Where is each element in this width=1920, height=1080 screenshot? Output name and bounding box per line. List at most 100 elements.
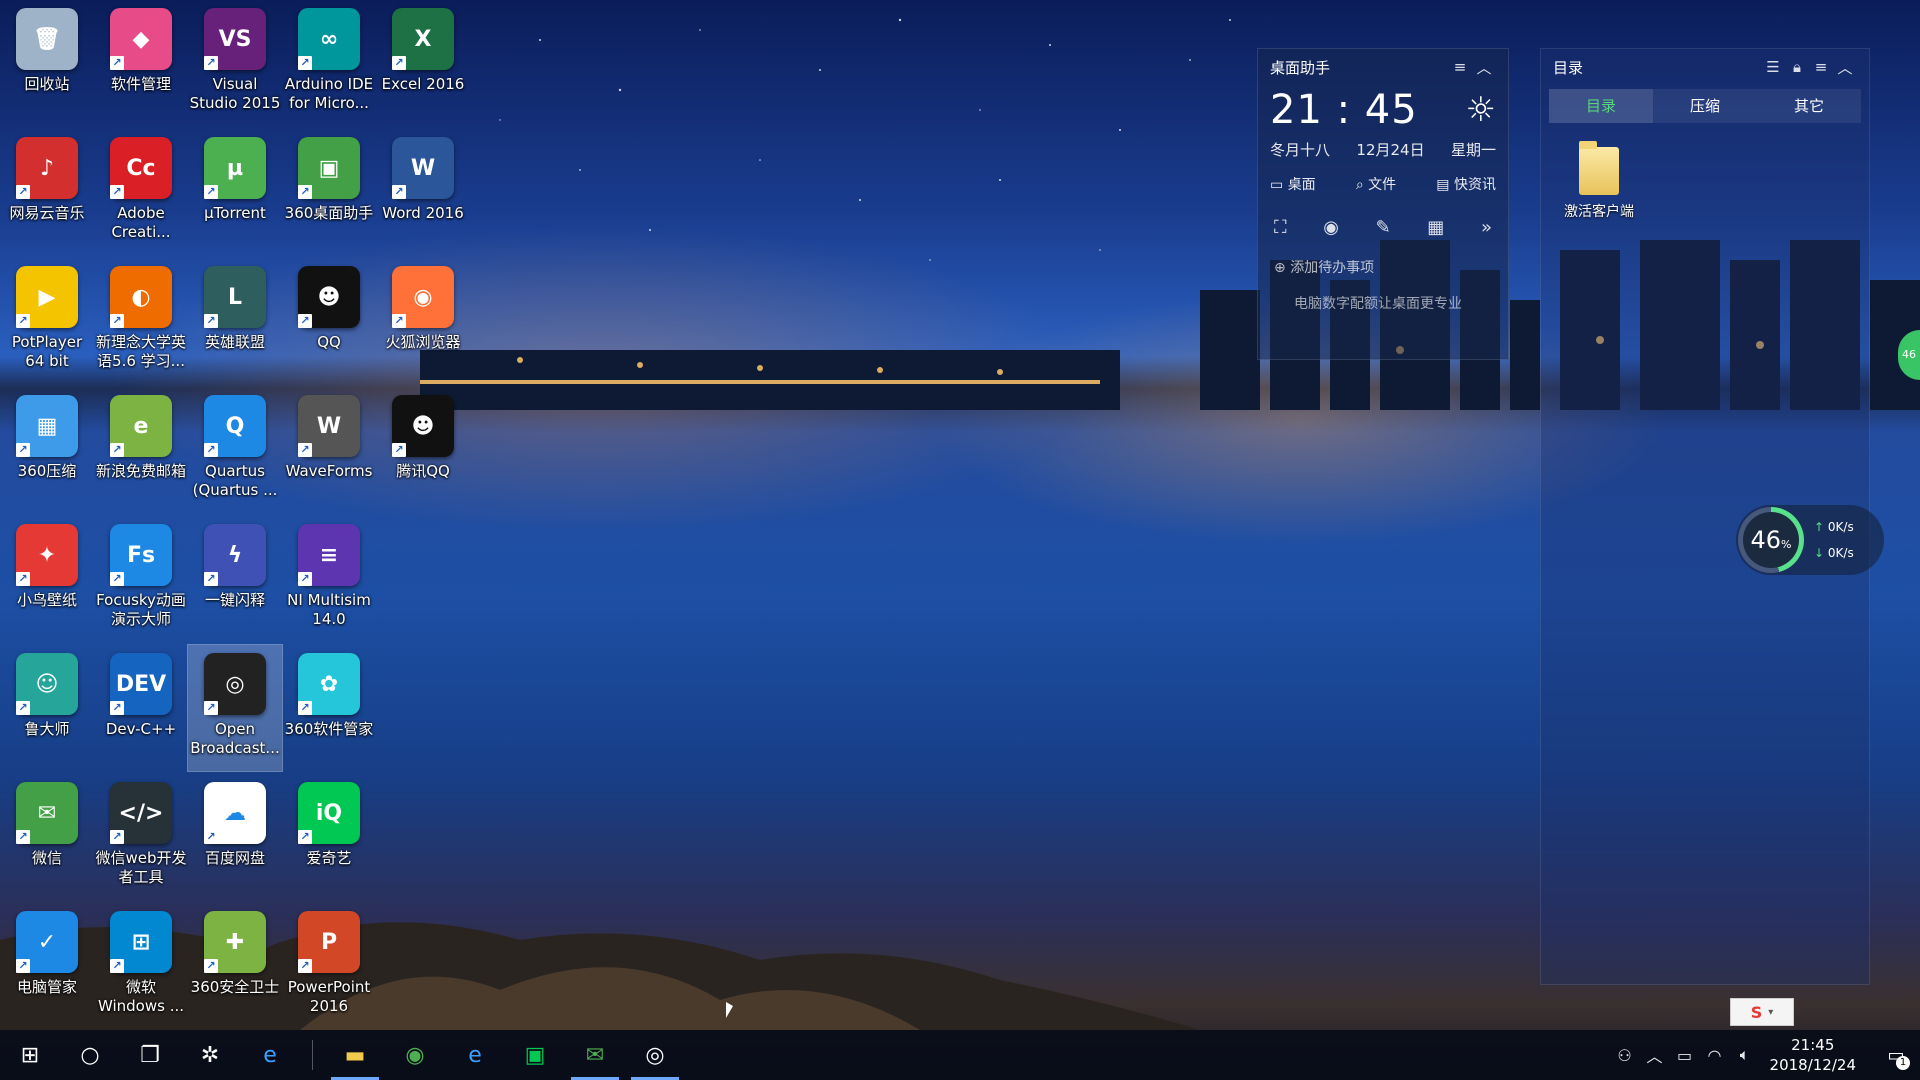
- desktop-shortcut-label: Word 2016: [382, 204, 464, 222]
- desktop-shortcut[interactable]: ☻ ↗ QQ: [282, 258, 376, 384]
- desktop-shortcut[interactable]: ϟ ↗ 一键闪释: [188, 516, 282, 642]
- desktop-shortcut-label: 360压缩: [17, 462, 77, 480]
- shortcut-arrow-icon: ↗: [110, 56, 124, 70]
- quick-news-button[interactable]: ▤ 快资讯: [1436, 174, 1496, 194]
- more-tools-icon[interactable]: »: [1481, 217, 1492, 238]
- taskbar-clock[interactable]: 21:45 2018/12/24: [1770, 1035, 1856, 1075]
- desktop-shortcut[interactable]: ☺ ↗ 鲁大师: [0, 645, 94, 771]
- quick-desktop-button[interactable]: ▭ 桌面: [1270, 174, 1316, 194]
- list-view-icon[interactable]: ☰: [1761, 58, 1785, 76]
- desktop-shortcut[interactable]: Q ↗ Quartus (Quartus ...: [188, 387, 282, 513]
- cortana-search-button[interactable]: ○: [60, 1030, 120, 1080]
- desktop-shortcut-label: 电脑管家: [16, 978, 77, 996]
- desktop-shortcut[interactable]: ≡ ↗ NI Multisim 14.0: [282, 516, 376, 642]
- pinwheel-icon: ✲: [200, 1042, 220, 1068]
- desktop-shortcut[interactable]: e ↗ 新浪免费邮箱: [94, 387, 188, 513]
- desktop-shortcut[interactable]: ∞ ↗ Arduino IDE for Micro...: [282, 0, 376, 126]
- shortcut-arrow-icon: ↗: [110, 314, 124, 328]
- flash-release-icon: ϟ ↗: [204, 524, 266, 586]
- desktop-shortcut[interactable]: ⊞ ↗ 微软 Windows ...: [94, 903, 188, 1029]
- windows-logo-icon: ⊞: [20, 1042, 40, 1068]
- desktop-shortcut[interactable]: L ↗ 英雄联盟: [188, 258, 282, 384]
- desktop-shortcut[interactable]: </> ↗ 微信web开发者工具: [94, 774, 188, 900]
- desktop-shortcut[interactable]: ☁ ↗ 百度网盘: [188, 774, 282, 900]
- desktop-shortcut[interactable]: ✿ ↗ 360软件管家: [282, 645, 376, 771]
- desktop-shortcut[interactable]: ☻ ↗ 腾讯QQ: [376, 387, 470, 513]
- pc-manager-icon: ✓ ↗: [16, 911, 78, 973]
- tab-directory[interactable]: 目录: [1549, 89, 1653, 123]
- network-speed-gauge[interactable]: 46% ↑ 0K/s ↓ 0K/s: [1736, 505, 1884, 575]
- screenshot-icon[interactable]: ⛶: [1274, 217, 1287, 238]
- desktop-shortcut[interactable]: ◆ ↗ 软件管理: [94, 0, 188, 126]
- tab-other[interactable]: 其它: [1757, 89, 1861, 123]
- people-icon[interactable]: ⚇: [1610, 1046, 1640, 1065]
- desktop-shortcut[interactable]: iQ ↗ 爱奇艺: [282, 774, 376, 900]
- desktop-shortcut-label: 爱奇艺: [306, 849, 352, 867]
- taskbar-date: 2018/12/24: [1769, 1056, 1856, 1074]
- action-center-button[interactable]: ▭ 1: [1872, 1030, 1920, 1080]
- calculator-icon[interactable]: ▦: [1427, 217, 1444, 238]
- desktop-shortcut[interactable]: X ↗ Excel 2016: [376, 0, 470, 126]
- desktop-shortcut[interactable]: ◐ ↗ 新理念大学英语5.6 学习...: [94, 258, 188, 384]
- desktop-shortcut[interactable]: ✉ ↗ 微信: [0, 774, 94, 900]
- show-hidden-icons[interactable]: ︿: [1640, 1043, 1670, 1067]
- shortcut-arrow-icon: ↗: [298, 185, 312, 199]
- powerpoint-icon: P ↗: [298, 911, 360, 973]
- taskbar-iqiyi[interactable]: ▣: [505, 1030, 565, 1080]
- iqiyi-icon: iQ ↗: [298, 782, 360, 844]
- todo-add-button[interactable]: ⊕ 添加待办事项: [1258, 249, 1508, 293]
- assistant-clock: 21 : 45: [1270, 87, 1418, 133]
- desktop-shortcut[interactable]: ◎ ↗ Open Broadcast...: [187, 644, 283, 772]
- desktop-shortcut[interactable]: ✚ ↗ 360安全卫士: [188, 903, 282, 1029]
- desktop-shortcut[interactable]: ▶ ↗ PotPlayer 64 bit: [0, 258, 94, 384]
- wifi-icon[interactable]: ◠: [1700, 1046, 1730, 1065]
- desktop-shortcut[interactable]: ◉ ↗ 火狐浏览器: [376, 258, 470, 384]
- desktop-shortcut[interactable]: VS ↗ Visual Studio 2015: [188, 0, 282, 126]
- desktop-shortcut[interactable]: ♪ ↗ 网易云音乐: [0, 129, 94, 255]
- desktop-shortcut[interactable]: ▣ ↗ 360桌面助手: [282, 129, 376, 255]
- plus-circle-icon: ⊕: [1274, 260, 1286, 276]
- collapse-icon[interactable]: ︿: [1472, 57, 1496, 78]
- taskbar-360-browser[interactable]: ◉: [385, 1030, 445, 1080]
- shortcut-arrow-icon: ↗: [16, 959, 30, 973]
- lock-icon[interactable]: 🔒︎: [1785, 58, 1809, 76]
- desktop-shortcut[interactable]: Fs ↗ Focusky动画演示大师: [94, 516, 188, 642]
- desktop-shortcut[interactable]: P ↗ PowerPoint 2016: [282, 903, 376, 1029]
- taskbar-obs[interactable]: ◎: [625, 1030, 685, 1080]
- activate-client-item[interactable]: 激活客户端: [1551, 141, 1647, 221]
- desktop-shortcut[interactable]: ▦ ↗ 360压缩: [0, 387, 94, 513]
- start-button[interactable]: ⊞: [0, 1030, 60, 1080]
- desktop-shortcut[interactable]: W ↗ WaveForms: [282, 387, 376, 513]
- desktop-shortcut[interactable]: Cc ↗ Adobe Creati...: [94, 129, 188, 255]
- 360-browser-icon: ◉: [405, 1042, 425, 1068]
- desktop-shortcut[interactable]: DEV ↗ Dev-C++: [94, 645, 188, 771]
- task-view-button[interactable]: ❐: [120, 1030, 180, 1080]
- desktop-shortcut-label: 一键闪释: [204, 591, 265, 609]
- taskbar-wechat[interactable]: ✉: [565, 1030, 625, 1080]
- input-method-indicator[interactable]: S ▾: [1730, 998, 1794, 1026]
- collapse-icon[interactable]: ︿: [1833, 57, 1857, 78]
- taskbar-ie[interactable]: e: [240, 1030, 300, 1080]
- battery-icon[interactable]: ▭: [1670, 1046, 1700, 1065]
- shortcut-arrow-icon: ↗: [16, 443, 30, 457]
- quick-file-button[interactable]: ⌕ 文件: [1356, 174, 1396, 194]
- shortcut-arrow-icon: ↗: [298, 314, 312, 328]
- desktop-shortcut-label: 腾讯QQ: [396, 462, 450, 480]
- volume-icon[interactable]: 🔈︎: [1730, 1045, 1760, 1065]
- eye-icon[interactable]: ◉: [1323, 217, 1339, 238]
- desktop-shortcut[interactable]: W ↗ Word 2016: [376, 129, 470, 255]
- taskbar-edge[interactable]: e: [445, 1030, 505, 1080]
- tab-compress[interactable]: 压缩: [1653, 89, 1757, 123]
- taskbar-pinwheel-app[interactable]: ✲: [180, 1030, 240, 1080]
- desktop-shortcut[interactable]: 🗑 回收站: [0, 0, 94, 126]
- netease-music-icon: ♪ ↗: [16, 137, 78, 199]
- desktop-shortcut[interactable]: µ ↗ µTorrent: [188, 129, 282, 255]
- desktop-shortcut[interactable]: ✓ ↗ 电脑管家: [0, 903, 94, 1029]
- note-icon[interactable]: ✎: [1376, 217, 1391, 238]
- menu-icon[interactable]: ≡: [1448, 58, 1472, 76]
- folder-icon: [1579, 141, 1619, 195]
- menu-icon[interactable]: ≡: [1809, 58, 1833, 76]
- shortcut-arrow-icon: ↗: [16, 830, 30, 844]
- taskbar-file-explorer[interactable]: ▬: [325, 1030, 385, 1080]
- desktop-shortcut[interactable]: ✦ ↗ 小鸟壁纸: [0, 516, 94, 642]
